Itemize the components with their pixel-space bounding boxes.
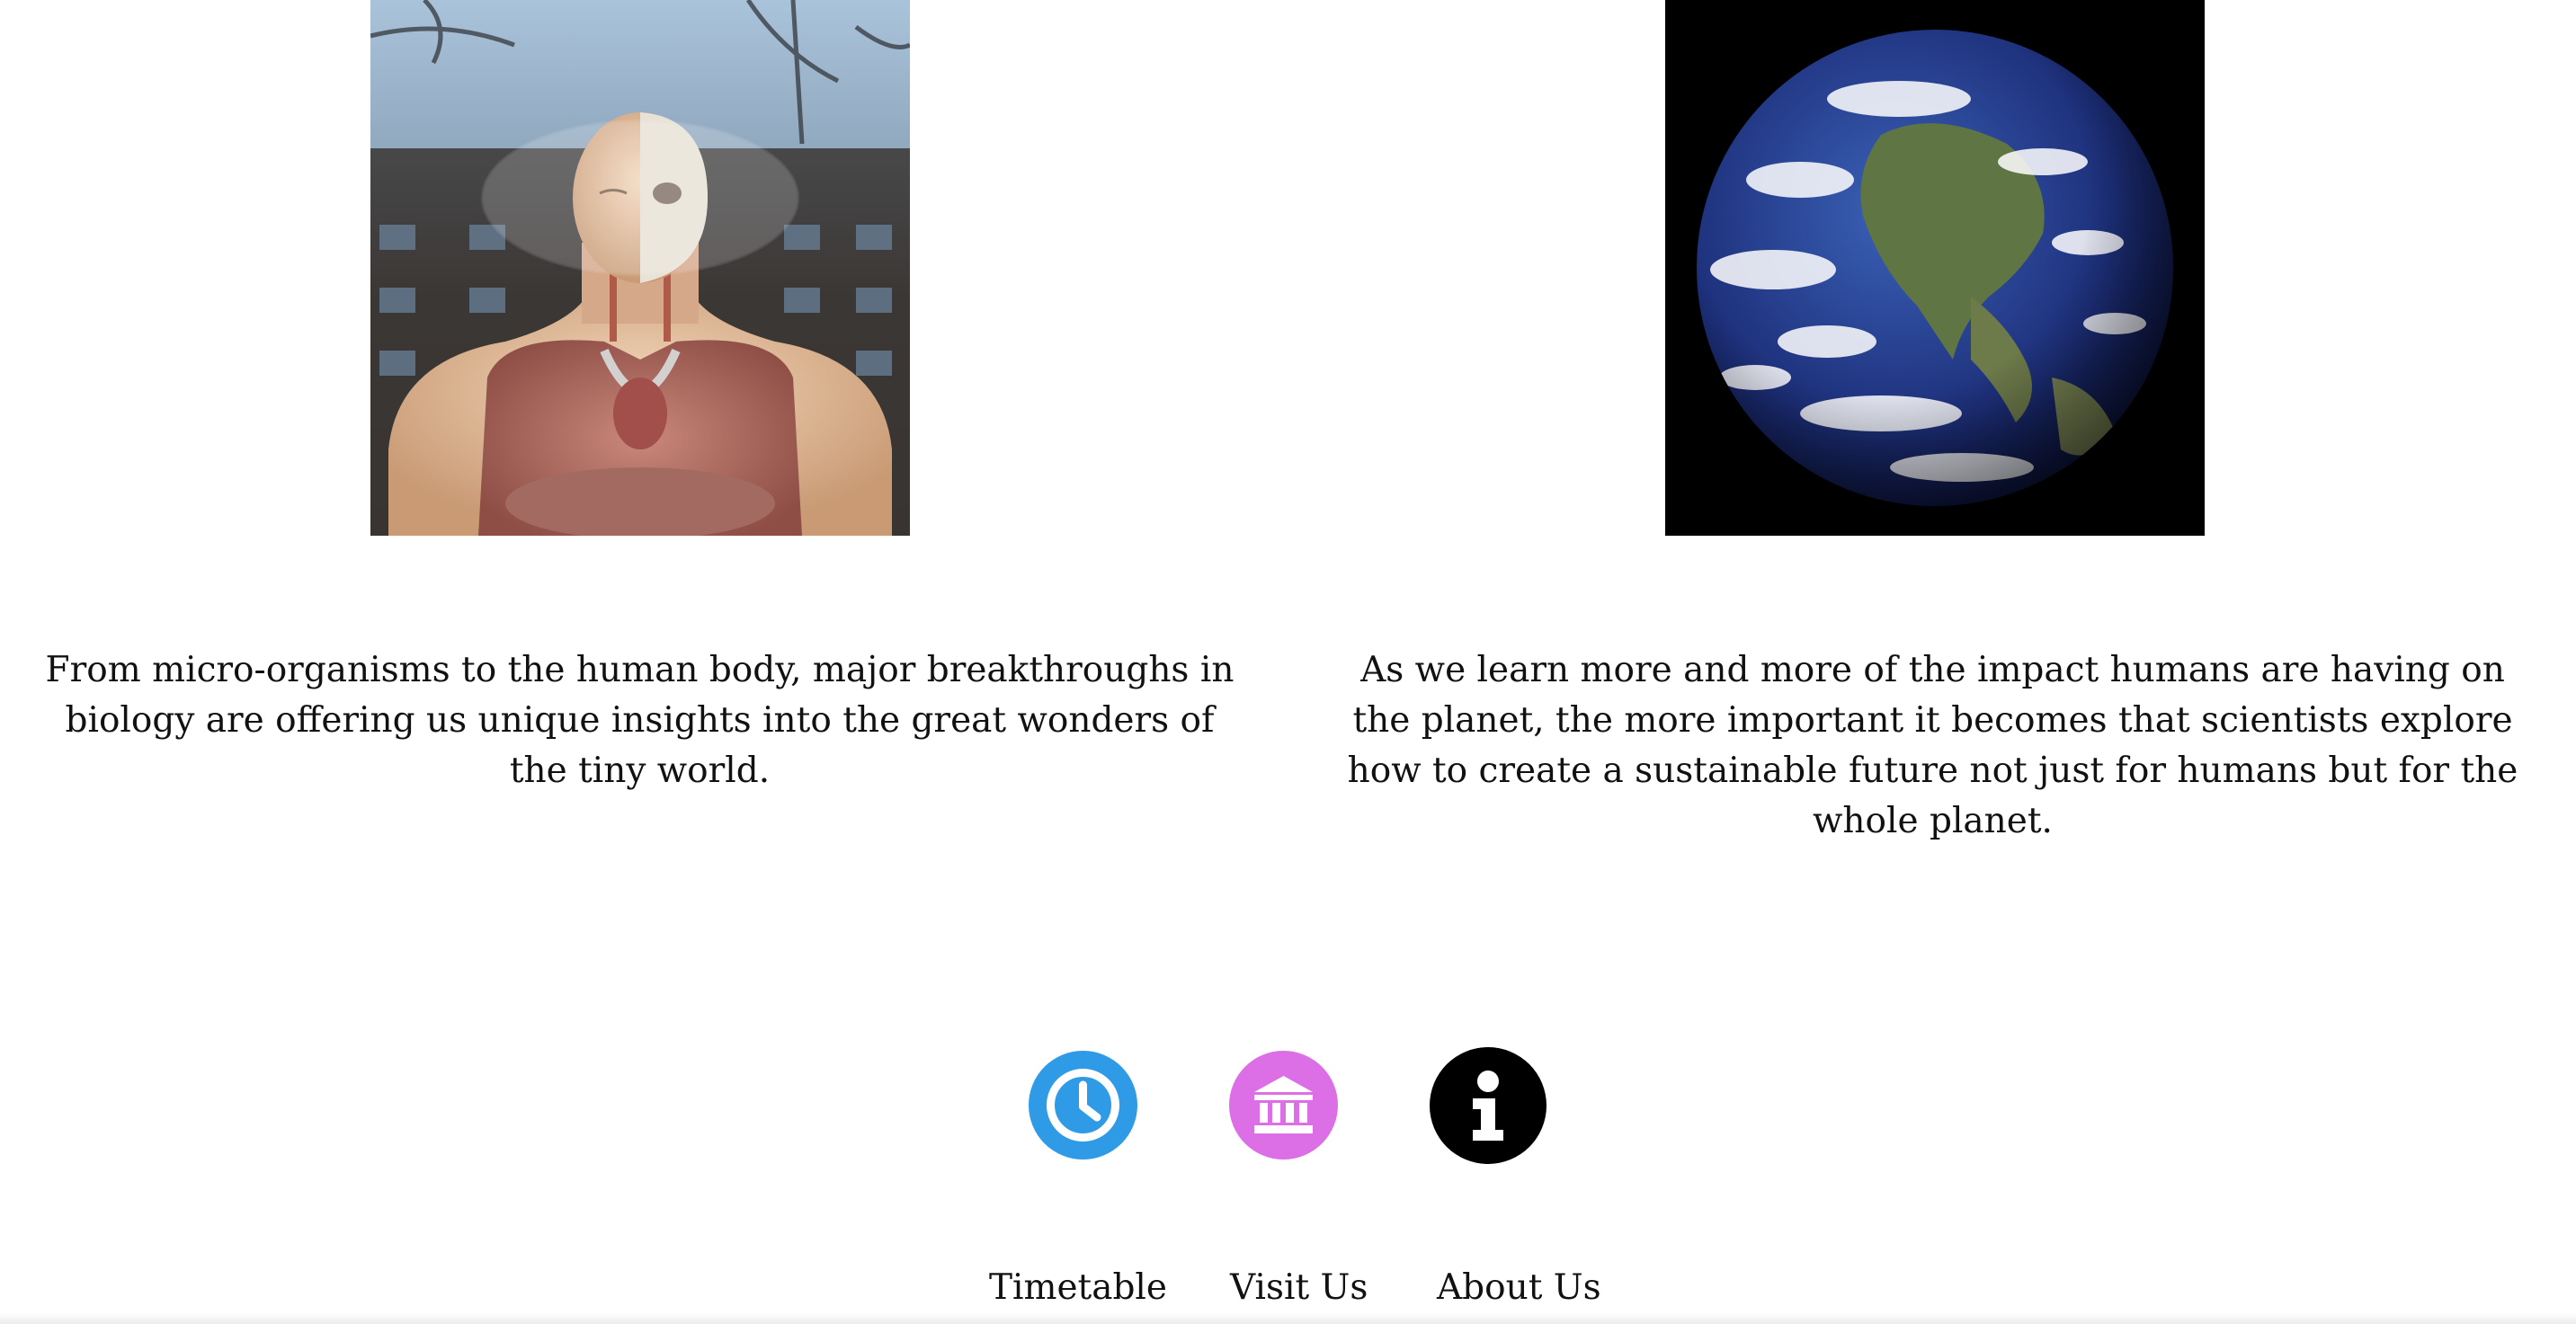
footer-nav: Timetable Visit Us About Us <box>0 1263 2576 1313</box>
museum-icon[interactable] <box>1229 1051 1338 1160</box>
info-icon[interactable] <box>1430 1047 1546 1164</box>
earth-image <box>1665 0 2205 536</box>
biology-description: From micro-organisms to the human body, … <box>45 650 1235 791</box>
anatomical-model-image <box>370 0 910 536</box>
bottom-shadow <box>0 1313 2576 1324</box>
planet-description: As we learn more and more of the impact … <box>1347 650 2518 841</box>
timetable-link[interactable]: Timetable <box>989 1263 1167 1313</box>
visit-us-link[interactable]: Visit Us <box>1230 1263 1368 1313</box>
clock-icon[interactable] <box>1029 1051 1137 1160</box>
about-us-link[interactable]: About Us <box>1437 1263 1601 1313</box>
